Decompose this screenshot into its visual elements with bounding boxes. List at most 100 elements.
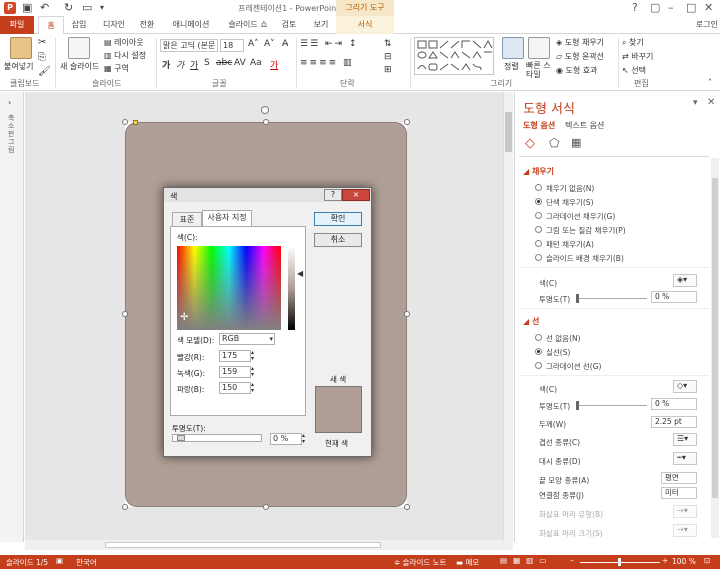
close-icon[interactable]: ✕ <box>704 1 713 14</box>
resize-handle[interactable] <box>122 311 128 317</box>
horizontal-scrollbar-thumb[interactable] <box>105 542 381 548</box>
green-input[interactable]: 159 <box>219 366 251 378</box>
line-transparency-slider[interactable] <box>577 405 647 406</box>
fit-slide-icon[interactable]: ⊡ <box>704 556 710 565</box>
fill-transparency-slider[interactable] <box>577 298 647 299</box>
pane-menu-icon[interactable]: ▾ <box>693 98 698 108</box>
pane-close-icon[interactable]: ✕ <box>707 97 715 108</box>
luminance-bar[interactable] <box>288 246 295 330</box>
font-color-icon[interactable]: 가 <box>270 58 278 71</box>
compound-type-button[interactable]: ☰▾ <box>673 433 697 446</box>
notes-button[interactable]: ≑ 슬라이드 노트 <box>394 557 446 568</box>
tab-review[interactable]: 검토 <box>278 16 300 34</box>
tab-insert[interactable]: 삽입 <box>68 16 90 34</box>
smartart-icon[interactable]: ⊞ <box>384 65 392 75</box>
adjust-handle[interactable] <box>133 120 138 125</box>
italic-icon[interactable]: 가 <box>176 58 184 71</box>
tab-home[interactable]: 홈 <box>38 16 64 34</box>
resize-handle[interactable] <box>263 119 269 125</box>
maximize-icon[interactable]: □ <box>686 1 696 14</box>
zoom-level[interactable]: 100 % <box>672 557 696 566</box>
redo-icon[interactable]: ↻ <box>64 1 73 14</box>
slider-thumb[interactable] <box>576 294 579 303</box>
dialog-help-button[interactable]: ? <box>324 189 342 201</box>
color-model-select[interactable]: RGB ▾ <box>219 333 275 345</box>
fill-color-button[interactable]: ◈▾ <box>673 274 697 287</box>
line-transparency-field[interactable]: 0 % <box>651 398 697 410</box>
tab-animations[interactable]: 애니메이션 <box>166 16 216 34</box>
transparency-slider[interactable] <box>172 434 262 442</box>
paste-icon[interactable] <box>10 37 32 59</box>
cap-type-select[interactable]: 평면 <box>661 472 697 484</box>
format-painter-icon[interactable]: 🖌 <box>38 66 51 77</box>
paste-button[interactable]: 붙여넣기 <box>4 61 33 72</box>
dash-type-button[interactable]: ┅▾ <box>673 452 697 465</box>
tab-transitions[interactable]: 전환 <box>136 16 158 34</box>
red-input[interactable]: 175 <box>219 350 251 362</box>
comments-button[interactable]: ▬ 메모 <box>456 557 479 568</box>
font-size-combo[interactable]: 18 <box>220 39 244 52</box>
zoom-in-icon[interactable]: + <box>662 556 668 565</box>
pane-scrollbar[interactable] <box>711 158 719 538</box>
expand-pane-icon[interactable]: › <box>8 98 11 107</box>
strike-icon[interactable]: abc <box>216 58 232 68</box>
tab-file[interactable]: 파일 <box>0 16 34 34</box>
resize-handle[interactable] <box>263 504 269 510</box>
fill-header[interactable]: ◢ 채우기 <box>523 166 554 177</box>
replace-button[interactable]: ⇄ 바꾸기 <box>622 51 653 62</box>
arrange-button[interactable]: 정렬 <box>504 61 519 72</box>
transparency-spinner-icon[interactable]: ▴ ▾ <box>302 433 305 445</box>
tab-slideshow[interactable]: 슬라이드 쇼 <box>222 16 274 34</box>
fill-option-none[interactable]: 채우기 없음(N) <box>535 183 594 194</box>
select-button[interactable]: ↖ 선택 <box>622 65 646 76</box>
arrange-icon[interactable] <box>502 37 524 59</box>
cut-icon[interactable]: ✂ <box>38 37 46 48</box>
begin-arrow-size-button[interactable]: ⇢▾ <box>673 524 697 537</box>
fill-option-background[interactable]: 슬라이드 배경 채우기(B) <box>535 253 624 264</box>
fill-transparency-field[interactable]: 0 % <box>651 291 697 303</box>
zoom-out-icon[interactable]: – <box>570 556 574 565</box>
red-spinner-icon[interactable]: ▴ ▾ <box>251 350 254 362</box>
line-option-solid[interactable]: 실선(S) <box>535 347 570 358</box>
size-properties-icon[interactable]: ▦ <box>571 136 581 149</box>
list-icons[interactable]: ☰☰ ⇤⇥ ↕ <box>300 39 358 49</box>
save-icon[interactable]: ▣ <box>22 1 32 14</box>
copy-icon[interactable]: ⎘ <box>38 52 46 63</box>
layout-button[interactable]: ▤ 레이아웃 <box>104 37 144 48</box>
view-buttons[interactable]: ▤▦▥▭ <box>500 556 552 565</box>
resize-handle[interactable] <box>122 119 128 125</box>
tab-design[interactable]: 디자인 <box>98 16 130 34</box>
fill-option-pattern[interactable]: 패턴 채우기(A) <box>535 239 594 250</box>
zoom-slider-thumb[interactable] <box>618 558 621 566</box>
spacing-icon[interactable]: AV <box>234 58 246 68</box>
dialog-close-button[interactable]: × <box>342 189 370 201</box>
powerpoint-icon[interactable]: P <box>4 2 16 14</box>
undo-icon[interactable]: ↶ <box>40 1 49 14</box>
color-spectrum[interactable] <box>177 246 281 330</box>
tab-format[interactable]: 서식 <box>336 16 394 34</box>
cancel-button[interactable]: 취소 <box>314 233 362 247</box>
minimize-icon[interactable]: – <box>668 1 674 14</box>
clear-format-icon[interactable]: A̶ <box>282 39 288 49</box>
rotate-handle[interactable] <box>261 106 269 114</box>
slideshow-icon[interactable]: ▭ <box>82 1 92 14</box>
ribbon-options-icon[interactable]: ▢ <box>650 1 660 14</box>
effects-icon[interactable]: ⬠ <box>549 136 559 150</box>
pane-scrollbar-thumb[interactable] <box>712 178 718 498</box>
qat-more-icon[interactable]: ▾ <box>100 3 104 12</box>
luminance-pointer-icon[interactable]: ◀ <box>297 269 303 278</box>
help-icon[interactable]: ? <box>632 1 638 14</box>
case-icon[interactable]: Aa <box>250 58 262 68</box>
transparency-slider-thumb[interactable] <box>177 435 185 441</box>
new-slide-icon[interactable] <box>68 37 90 59</box>
fill-option-gradient[interactable]: 그라데이션 채우기(G) <box>535 211 615 222</box>
join-type-select[interactable]: 미터 <box>661 487 697 499</box>
tab-shape-options[interactable]: 도형 옵션 <box>523 120 555 131</box>
font-grow-icon[interactable]: A˄ <box>248 39 259 49</box>
underline-icon[interactable]: 가 <box>190 58 198 71</box>
thumbnail-pane[interactable]: › 축소판그림 <box>0 92 24 542</box>
new-slide-button[interactable]: 새 슬라이드 <box>60 61 99 72</box>
crosshair-icon[interactable]: ✛ <box>180 312 188 323</box>
shape-fill-button[interactable]: ◈ 도형 채우기 <box>556 37 604 48</box>
sign-in[interactable]: 로그인 <box>696 19 718 30</box>
